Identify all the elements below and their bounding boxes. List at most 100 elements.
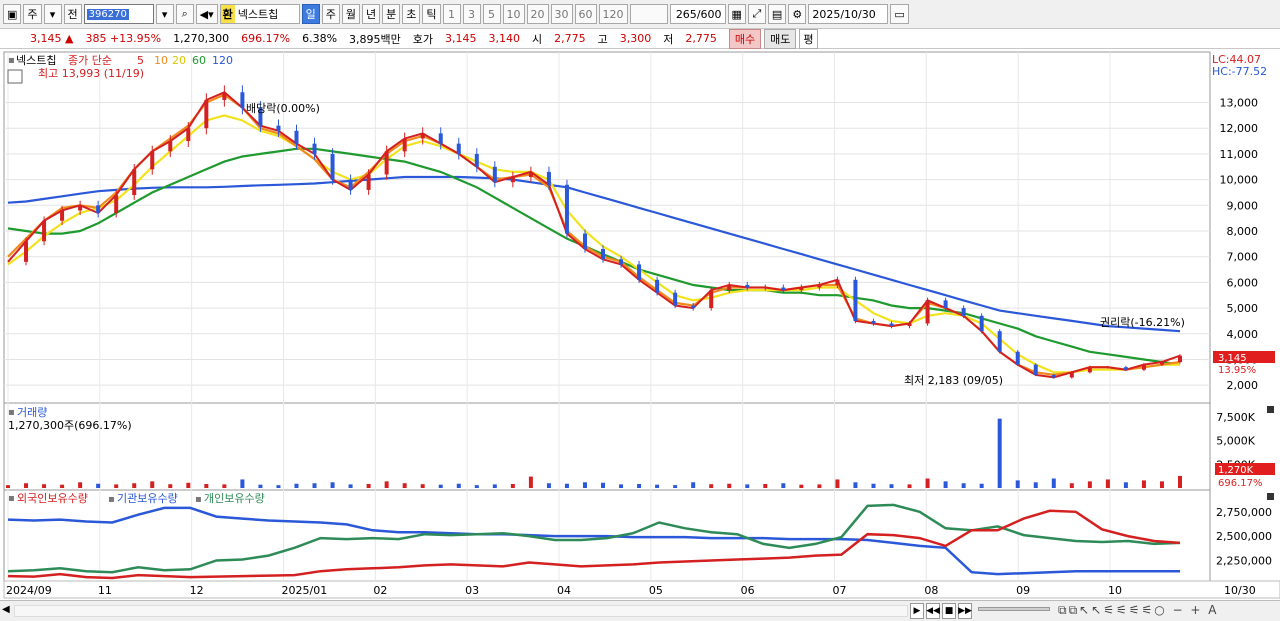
chevron-down-icon[interactable]: ▾ [43, 4, 62, 24]
interval-120-button[interactable]: 120 [598, 4, 628, 24]
volume-bar [853, 482, 858, 488]
sound-icon[interactable]: ◀▾ [195, 4, 218, 24]
volume-bar [1051, 478, 1056, 488]
volume-bar [1069, 483, 1074, 488]
interval-10-button[interactable]: 10 [502, 4, 525, 24]
hc-label: HC:-77.52 [1212, 65, 1267, 78]
code-dropdown-icon[interactable]: ▾ [155, 4, 174, 24]
scroll-left-icon[interactable]: ◀ [2, 604, 10, 615]
sell-button[interactable]: 매도 [764, 28, 797, 49]
volume-bar [276, 485, 281, 488]
candle-body [24, 241, 29, 262]
period-tick-button[interactable]: 틱 [422, 4, 441, 24]
date-input[interactable]: 2025/10/30 [808, 4, 889, 24]
candle-body [871, 320, 876, 324]
volume-bar [528, 476, 533, 488]
grid-icon[interactable]: ▦ [727, 4, 746, 24]
turnover-rate: 6.38% [302, 32, 338, 45]
interval-20-button[interactable]: 20 [526, 4, 549, 24]
chart-toolbar: ▣ 주 ▾ 전 396270 ▾ ⌕ ◀▾ 환 넥스트칩 일 주 월 년 분 초… [0, 0, 1280, 29]
chart-svg[interactable]: ▪ 넥스트칩 종가 단순 5 10 20 60 120 LC:44.07 HC:… [0, 50, 1280, 600]
zoom-slider[interactable] [978, 607, 1050, 611]
candle-body [1051, 374, 1056, 378]
period-month-button[interactable]: 월 [341, 4, 361, 24]
ma5-legend: 5 [137, 54, 144, 67]
candle-body [402, 138, 407, 152]
high-price: 3,300 [619, 32, 652, 45]
stock-code-input[interactable]: 396270 [83, 4, 154, 24]
calculator-icon[interactable] [7, 69, 23, 84]
candle-body [637, 264, 642, 280]
holding-panel-close-icon[interactable] [1267, 493, 1274, 500]
stop-icon[interactable]: ■ [942, 603, 956, 619]
period-day-button[interactable]: 일 [301, 4, 320, 24]
holding-tick-label: 2,250,000 [1216, 555, 1272, 568]
volume-bar [240, 479, 245, 488]
stock-name-field[interactable]: 환 넥스트칩 [219, 4, 300, 24]
candle-body [438, 133, 443, 144]
forward-icon[interactable]: ▶▶ [958, 603, 972, 619]
period-year-button[interactable]: 년 [362, 4, 381, 24]
holding-tick-label: 2,750,000 [1216, 506, 1272, 519]
candle-body [979, 315, 984, 332]
volume-bar [979, 483, 984, 488]
volume-bar [925, 478, 930, 488]
volume-bar [673, 485, 678, 488]
low-price: 2,775 [685, 32, 717, 45]
volume-bar [42, 484, 47, 488]
candle-body [997, 331, 1002, 352]
x-tick-label: 06 [741, 584, 755, 597]
volume-bar [348, 484, 353, 488]
rewind-icon[interactable]: ◀◀ [926, 603, 940, 619]
volume-bar [564, 483, 569, 488]
volume-bar [817, 484, 822, 488]
volume-bar [6, 485, 10, 488]
candle-body [691, 305, 696, 309]
volume-bar [312, 483, 317, 488]
x-tick-label: 03 [465, 584, 479, 597]
interval-30-button[interactable]: 30 [550, 4, 573, 24]
search-icon[interactable]: ⌕ [175, 4, 194, 24]
candle-body [312, 143, 317, 154]
candle-body [564, 184, 569, 234]
calendar-icon[interactable]: ▭ [890, 4, 909, 24]
gear-icon[interactable]: ⚙ [788, 4, 807, 24]
high-label: 고 [597, 32, 608, 46]
volume-panel-close-icon[interactable] [1267, 406, 1274, 413]
candle-body [817, 284, 822, 288]
interval-dropdown[interactable] [629, 4, 668, 24]
interval-1-button[interactable]: 1 [442, 4, 461, 24]
interval-3-button[interactable]: 3 [462, 4, 481, 24]
flat-button[interactable]: 평 [799, 28, 818, 49]
candle-body [384, 151, 389, 175]
window-icon[interactable]: ▣ [3, 4, 22, 24]
candle-body [420, 133, 425, 139]
volume-bar [691, 482, 696, 488]
volume-bar [366, 484, 371, 488]
volume-bar [96, 483, 101, 488]
period-week-button[interactable]: 주 [321, 4, 340, 24]
volume-value: 1,270,300주(696.17%) [8, 419, 132, 432]
draw-tool-icon[interactable]: ⤢ [747, 4, 766, 24]
volume-bar [168, 484, 173, 488]
scroll-right-icon[interactable]: ▶ [910, 603, 924, 619]
trade-amount: 3,895백만 [349, 32, 401, 46]
period-second-button[interactable]: 초 [402, 4, 421, 24]
volume-panel-frame [3, 402, 1211, 491]
horizontal-scrollbar[interactable] [14, 605, 908, 617]
chart-tool-icons[interactable]: ⧉⧉↖↖⚟⚟⚟⚟○ − + A [1058, 603, 1219, 618]
interval-5-button[interactable]: 5 [482, 4, 501, 24]
prev-button[interactable]: 전 [63, 4, 82, 24]
chart-type-select[interactable]: 주 [23, 4, 42, 24]
candle-body [943, 300, 948, 309]
price-tick-label: 2,000 [1227, 379, 1259, 392]
candle-body [348, 179, 353, 190]
buy-button[interactable]: 매수 [728, 28, 762, 49]
count-field[interactable]: 265/600 [669, 4, 726, 24]
save-icon[interactable]: ▤ [767, 4, 787, 24]
volume-bar [582, 482, 587, 488]
interval-60-button[interactable]: 60 [574, 4, 597, 24]
volume-legend-icon: ▪ [8, 407, 15, 418]
period-minute-button[interactable]: 분 [382, 4, 401, 24]
chart-area[interactable]: ▪ 넥스트칩 종가 단순 5 10 20 60 120 LC:44.07 HC:… [0, 50, 1280, 600]
